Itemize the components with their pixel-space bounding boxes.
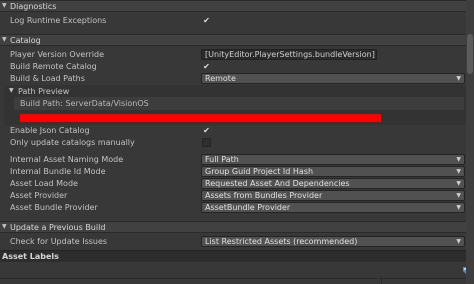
dropdown-value: Remote <box>205 74 236 83</box>
build-load-paths-dropdown[interactable]: Remote ▼ <box>201 73 465 84</box>
dropdown-value: List Restricted Assets (recommended) <box>205 237 358 246</box>
chevron-down-icon: ▼ <box>456 204 461 211</box>
player-version-field[interactable]: [UnityEditor.PlayerSettings.bundleVersio… <box>201 49 377 60</box>
chevron-down-icon: ▼ <box>456 238 461 245</box>
section-title: Update a Previous Build <box>10 223 106 232</box>
scrollbar-thumb[interactable] <box>467 34 473 74</box>
check-updates-dropdown[interactable]: List Restricted Assets (recommended) ▼ <box>201 236 465 247</box>
only-update-label: Only update catalogs manually <box>10 138 135 147</box>
build-load-paths-label: Build & Load Paths <box>10 74 85 83</box>
dropdown-value: AssetBundle Provider <box>205 203 291 212</box>
section-catalog[interactable]: ▼ Catalog <box>0 34 466 46</box>
internal-naming-label: Internal Asset Naming Mode <box>10 155 124 164</box>
chevron-down-icon: ▼ <box>456 168 461 175</box>
asset-provider-dropdown[interactable]: Assets from Bundles Provider ▼ <box>201 190 465 201</box>
build-remote-label: Build Remote Catalog <box>10 62 97 71</box>
log-runtime-checkbox[interactable]: ✔ <box>202 16 211 25</box>
dropdown-value: Group Guid Project Id Hash <box>205 167 314 176</box>
dropdown-value: Assets from Bundles Provider <box>205 191 323 200</box>
section-title: Diagnostics <box>10 2 57 11</box>
internal-naming-dropdown[interactable]: Full Path ▼ <box>201 154 465 165</box>
enable-json-checkbox[interactable]: ✔ <box>202 126 211 135</box>
bundle-provider-label: Asset Bundle Provider <box>10 203 98 212</box>
fold-open-icon[interactable]: ▼ <box>9 87 14 95</box>
bundle-provider-dropdown[interactable]: AssetBundle Provider ▼ <box>201 202 465 213</box>
player-version-label: Player Version Override <box>10 50 105 59</box>
section-title: Catalog <box>10 36 41 45</box>
build-remote-checkbox[interactable]: ✔ <box>202 62 211 71</box>
divider <box>0 278 474 279</box>
asset-labels-title: Asset Labels <box>2 252 59 261</box>
build-path-text: Build Path: ServerData/VisionOS <box>20 99 149 108</box>
bundle-id-dropdown[interactable]: Group Guid Project Id Hash ▼ <box>201 166 465 177</box>
chevron-down-icon: ▼ <box>456 75 461 82</box>
asset-labels-bar: Asset Labels <box>0 250 474 262</box>
fold-open-icon[interactable]: ▼ <box>2 223 10 231</box>
log-runtime-label: Log Runtime Exceptions <box>10 16 107 25</box>
chevron-down-icon: ▼ <box>456 156 461 163</box>
bundle-id-label: Internal Bundle Id Mode <box>10 167 106 176</box>
asset-load-dropdown[interactable]: Requested Asset And Dependencies ▼ <box>201 178 465 189</box>
fold-open-icon[interactable]: ▼ <box>2 36 10 44</box>
enable-json-label: Enable Json Catalog <box>10 126 90 135</box>
section-update-previous-build[interactable]: ▼ Update a Previous Build <box>0 221 466 233</box>
divider <box>381 276 382 284</box>
asset-load-label: Asset Load Mode <box>10 179 78 188</box>
chevron-down-icon: ▼ <box>456 180 461 187</box>
dropdown-value: Full Path <box>205 155 239 164</box>
only-update-checkbox[interactable] <box>202 138 211 147</box>
asset-labels-panel <box>0 262 474 284</box>
chevron-down-icon: ▼ <box>456 192 461 199</box>
section-diagnostics[interactable]: ▼ Diagnostics <box>0 0 466 12</box>
asset-provider-label: Asset Provider <box>10 191 68 200</box>
fold-open-icon[interactable]: ▼ <box>2 2 10 10</box>
check-updates-label: Check for Update Issues <box>10 237 108 246</box>
path-preview-label[interactable]: Path Preview <box>18 86 69 97</box>
redaction-bar <box>20 114 381 122</box>
dropdown-value: Requested Asset And Dependencies <box>205 179 350 188</box>
